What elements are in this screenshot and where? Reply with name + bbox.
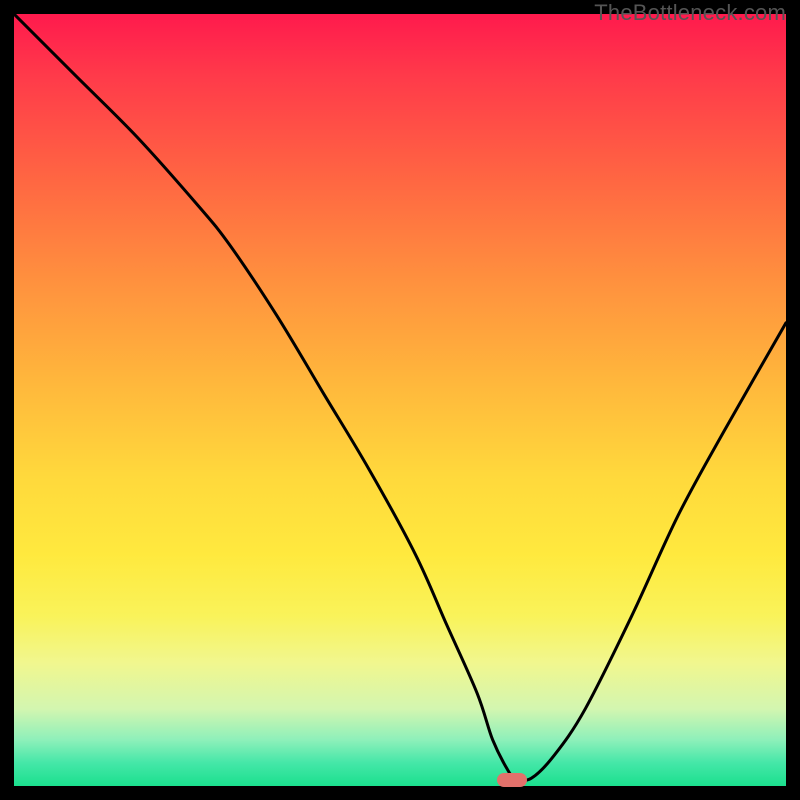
plot-area: TheBottleneck.com xyxy=(14,14,786,786)
optimal-marker xyxy=(497,773,527,787)
bottleneck-curve xyxy=(14,14,786,786)
chart-frame: TheBottleneck.com xyxy=(0,0,800,800)
